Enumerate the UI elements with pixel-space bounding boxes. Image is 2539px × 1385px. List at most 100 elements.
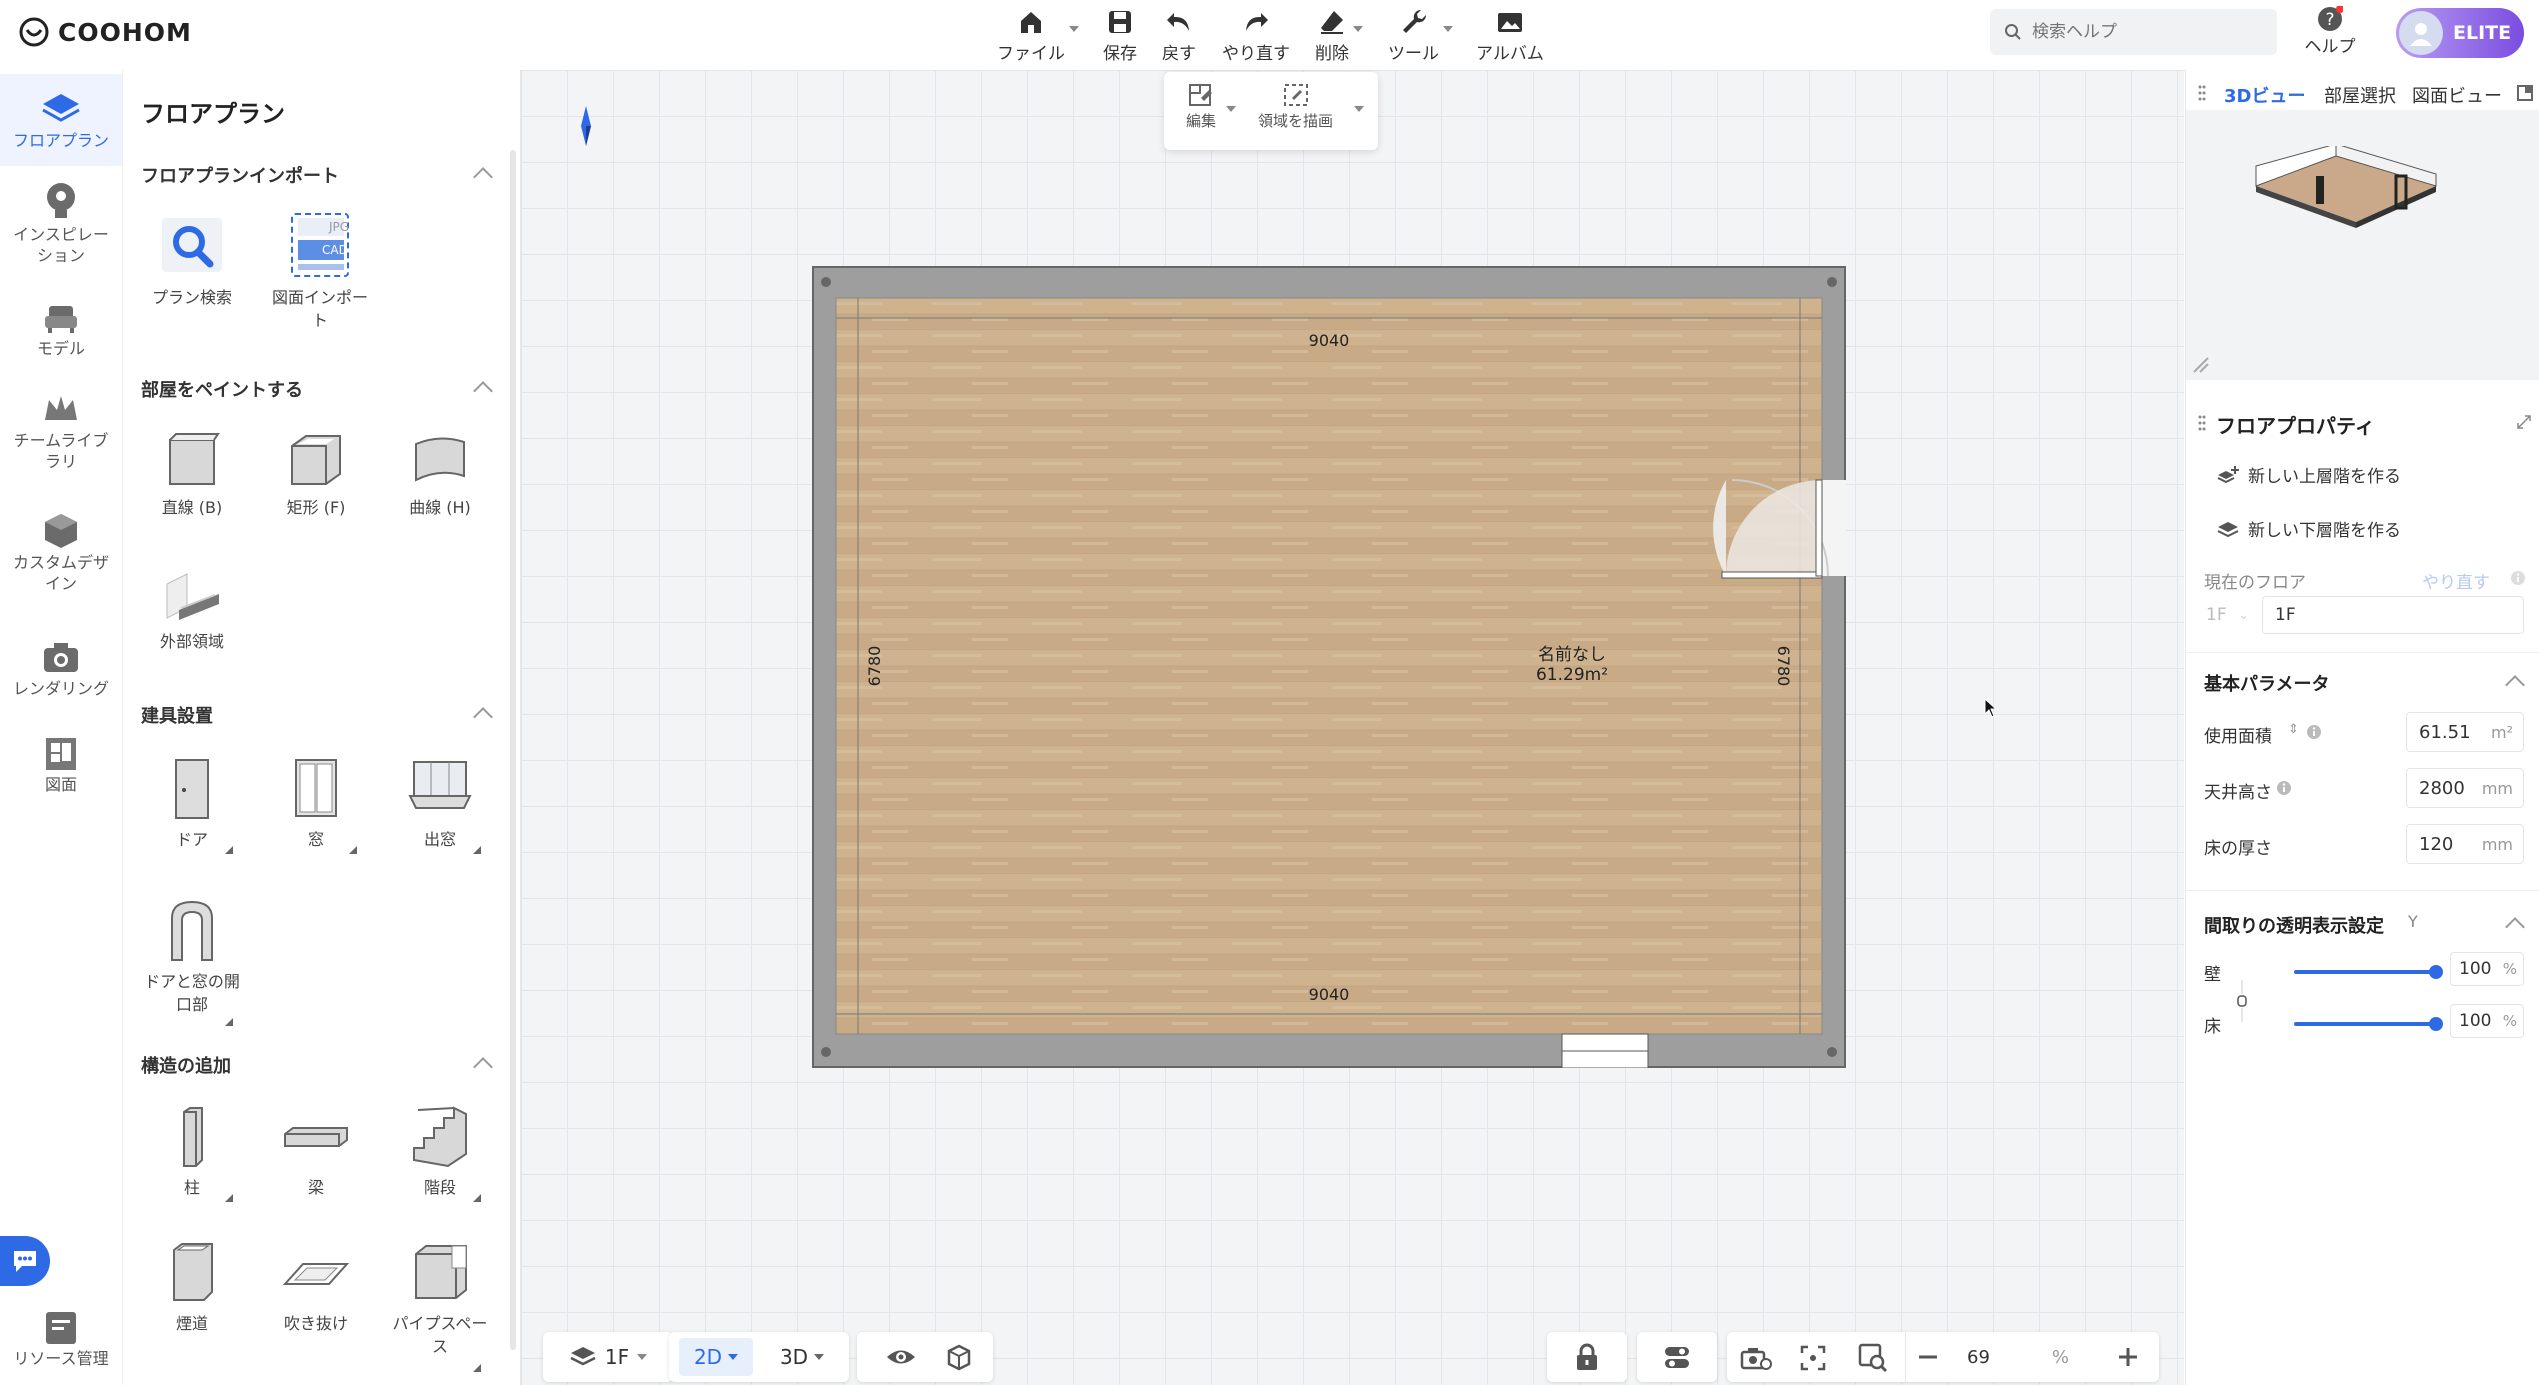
sort-icon[interactable]: ⇕ <box>2288 722 2299 737</box>
room-name[interactable]: 名前なし <box>1538 645 1606 665</box>
draw-region-caret-icon[interactable] <box>1354 106 1364 112</box>
edit-caret-icon[interactable] <box>1226 106 1236 112</box>
eye-icon[interactable] <box>885 1344 917 1370</box>
beam-tool[interactable]: 梁 <box>261 1104 371 1199</box>
opening-variants-caret-icon[interactable] <box>225 1018 233 1026</box>
drawing-import-tool[interactable]: JPG CAD 図面インポート <box>265 210 375 332</box>
zoom-in-icon[interactable] <box>2117 1346 2139 1368</box>
stairs-tool[interactable]: 階段 <box>385 1104 495 1202</box>
chat-button[interactable] <box>0 1236 50 1286</box>
collapse-transparency-chevron-icon[interactable] <box>2505 917 2525 937</box>
param-area-input[interactable]: 61.51 m² <box>2406 712 2524 752</box>
pipe-space-tool[interactable]: パイプスペース <box>385 1240 495 1372</box>
delete-button[interactable]: 削除 <box>1315 6 1363 64</box>
paint-line-tool[interactable]: 直線 (B) <box>137 430 247 519</box>
search-input[interactable] <box>2030 21 2254 43</box>
window-variants-caret-icon[interactable] <box>349 846 357 854</box>
view-2d-button[interactable]: 2D <box>679 1338 753 1376</box>
3d-preview[interactable] <box>2186 110 2539 380</box>
nav-model[interactable]: モデル <box>0 298 122 359</box>
popout-icon[interactable] <box>2516 414 2532 430</box>
new-lower-floor-button[interactable]: 新しい下層階を作る <box>2216 516 2401 541</box>
column-variants-caret-icon[interactable] <box>225 1194 233 1202</box>
zoom-input[interactable]: 69 % <box>1959 1340 2079 1374</box>
pipe-space-variants-caret-icon[interactable] <box>473 1364 481 1372</box>
door-tool[interactable]: ドア <box>137 756 247 854</box>
collapse-paint-chevron-icon[interactable] <box>473 381 493 401</box>
nav-inspiration[interactable]: インスピレーション <box>0 180 122 266</box>
album-button[interactable]: アルバム <box>1476 6 1544 64</box>
edit-button[interactable]: 編集 <box>1186 82 1216 131</box>
tools-menu-button[interactable]: ツール <box>1388 6 1453 64</box>
undo-button[interactable]: 戻す <box>1162 6 1196 64</box>
flue-tool[interactable]: 煙道 <box>137 1240 247 1335</box>
door-opening[interactable] <box>1822 480 1846 576</box>
tab-plan-view[interactable]: 図面ビュー <box>2412 82 2502 108</box>
collapse-import-chevron-icon[interactable] <box>473 167 493 187</box>
wall-transparency-knob[interactable] <box>2429 965 2443 979</box>
account-badge[interactable]: ELITE <box>2396 8 2524 58</box>
tab-3d-view[interactable]: 3Dビュー <box>2224 82 2305 108</box>
redo-link[interactable]: やり直す <box>2422 568 2490 593</box>
tab-room-select[interactable]: 部屋選択 <box>2324 82 2396 108</box>
resize-handle-icon[interactable] <box>2192 356 2210 374</box>
floor-name-input[interactable]: 1F <box>2262 596 2524 634</box>
props-drag-handle-icon[interactable] <box>2198 414 2206 432</box>
expand-panel-icon[interactable] <box>2516 84 2534 102</box>
stairs-variants-caret-icon[interactable] <box>473 1194 481 1202</box>
floorplan-canvas[interactable]: 9040 9040 6780 6780 名前なし 61.29m² 1F 2D 3… <box>521 70 2184 1385</box>
param-ceiling-input[interactable]: 2800 mm <box>2406 768 2524 808</box>
window-tool[interactable]: 窓 <box>261 756 371 854</box>
wall-transparency-slider[interactable] <box>2294 970 2434 974</box>
exterior-area-tool[interactable]: 外部領域 <box>137 564 247 653</box>
door-window-opening-tool[interactable]: ドアと窓の開口部 <box>137 898 247 1026</box>
floor-plan-drawing[interactable]: 9040 9040 6780 6780 名前なし 61.29m² <box>812 266 1846 1068</box>
floor-transparency-knob[interactable] <box>2429 1017 2443 1031</box>
new-upper-floor-button[interactable]: 新しい上層階を作る <box>2216 462 2401 487</box>
nav-drawing[interactable]: 図面 <box>0 734 122 795</box>
door-variants-caret-icon[interactable] <box>225 846 233 854</box>
floor-transparency-slider[interactable] <box>2294 1022 2434 1026</box>
file-menu-button[interactable]: ファイル <box>997 6 1079 64</box>
column-tool[interactable]: 柱 <box>137 1104 247 1202</box>
zoom-region-icon[interactable] <box>1857 1342 1889 1374</box>
collapse-fixtures-chevron-icon[interactable] <box>473 707 493 727</box>
paint-curve-tool[interactable]: 曲線 (H) <box>385 430 495 519</box>
nav-resource-management[interactable]: リソース管理 <box>0 1308 122 1369</box>
redo-icon <box>1246 12 1268 31</box>
draw-region-button[interactable]: 領域を描画 <box>1258 82 1333 131</box>
room-floor[interactable] <box>836 298 1822 1034</box>
nav-floorplan[interactable]: フロアプラン <box>0 74 122 166</box>
redo-button[interactable]: やり直す <box>1222 6 1290 64</box>
help-search[interactable] <box>1990 9 2277 55</box>
collapse-basic-params-chevron-icon[interactable] <box>2505 675 2525 695</box>
help-button[interactable]: ? ヘルプ <box>2300 6 2360 64</box>
panel-scrollbar[interactable] <box>510 150 516 1350</box>
fit-to-screen-icon[interactable] <box>1799 1344 1827 1372</box>
nav-rendering[interactable]: レンダリング <box>0 638 122 699</box>
floor-selector[interactable]: 1F <box>543 1332 673 1382</box>
display-options <box>857 1332 993 1382</box>
wall-transparency-input[interactable]: 100 % <box>2450 952 2524 986</box>
void-tool[interactable]: 吹き抜け <box>261 1240 371 1335</box>
drag-handle-icon[interactable] <box>2198 84 2206 102</box>
save-button[interactable]: 保存 <box>1103 6 1137 64</box>
floor-number-select[interactable]: 1F ⌄ <box>2204 596 2258 634</box>
bay-window-variants-caret-icon[interactable] <box>473 846 481 854</box>
app-logo[interactable]: COOHOM <box>18 15 192 49</box>
link-sliders-icon[interactable] <box>2236 976 2248 1026</box>
nav-team-library[interactable]: チームライブラリ <box>0 390 122 472</box>
zoom-out-icon[interactable] <box>1917 1346 1939 1368</box>
view-3d-button[interactable]: 3D <box>765 1338 839 1376</box>
toggle-settings-icon[interactable] <box>1661 1344 1693 1370</box>
bay-window-tool[interactable]: 出窓 <box>385 756 495 854</box>
camera-settings-icon[interactable] <box>1739 1344 1773 1372</box>
collapse-structure-chevron-icon[interactable] <box>473 1057 493 1077</box>
cube-view-icon[interactable] <box>943 1342 973 1372</box>
floor-transparency-input[interactable]: 100 % <box>2450 1004 2524 1038</box>
lock-icon[interactable] <box>1573 1342 1601 1372</box>
param-floor-thickness-input[interactable]: 120 mm <box>2406 824 2524 864</box>
plan-search-tool[interactable]: プラン検索 <box>137 210 247 309</box>
paint-rect-tool[interactable]: 矩形 (F) <box>261 430 371 519</box>
nav-custom-design[interactable]: カスタムデザイン <box>0 508 122 594</box>
